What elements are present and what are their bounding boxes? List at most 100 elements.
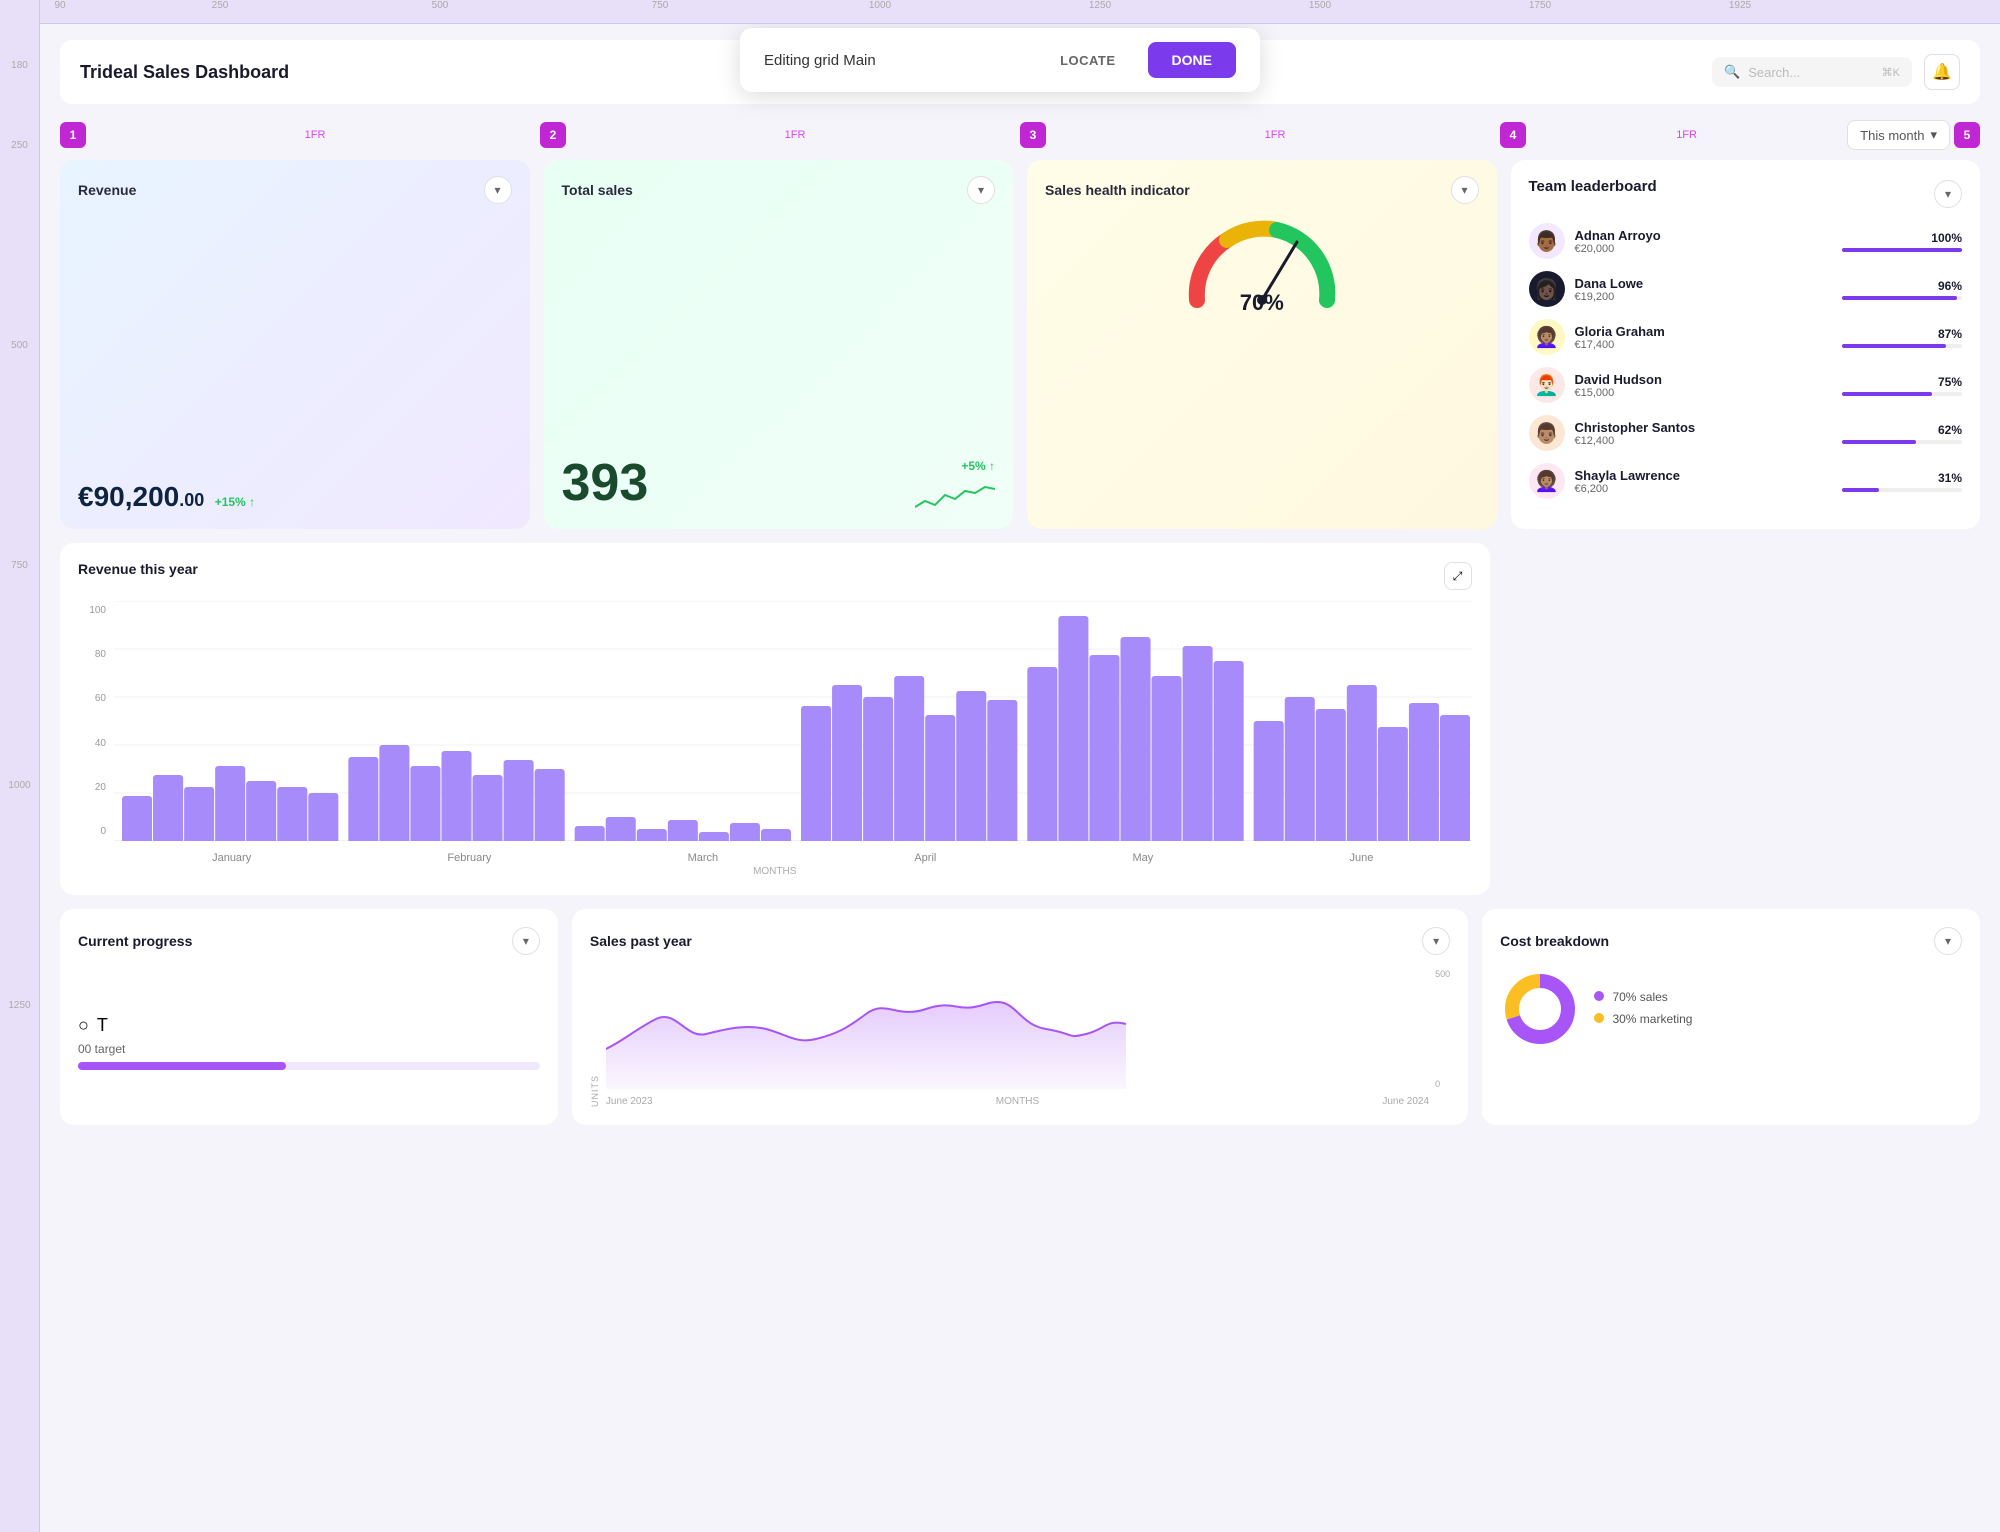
grid-badge-4: 4 <box>1500 122 1526 148</box>
sales-past-card: Sales past year ▾ UNITS <box>572 909 1468 1125</box>
sales-y-500: 500 <box>1435 969 1450 979</box>
revenue-chart-header: Revenue this year ⤢ <box>78 561 1472 591</box>
revenue-dropdown-button[interactable]: ▾ <box>484 176 512 204</box>
lb-avatar-5: 👨🏽 <box>1529 415 1565 451</box>
lb-bar-bg-4 <box>1842 392 1962 396</box>
marketing-dot <box>1594 1013 1604 1023</box>
marketing-legend-label: 30% marketing <box>1612 1012 1692 1026</box>
notification-button[interactable]: 🔔 <box>1924 54 1960 90</box>
this-month-button[interactable]: This month ▾ <box>1847 120 1950 150</box>
revenue-stat-bottom: €90,200.00 +15% ↑ <box>78 481 512 513</box>
lb-item-1: 👨🏾 Adnan Arroyo €20,000 100% <box>1529 223 1963 259</box>
sales-chart-area: June 2023 MONTHS June 2024 <box>606 969 1429 1107</box>
lb-bar-2 <box>1842 296 1957 300</box>
grid-badge-5: 5 <box>1954 122 1980 148</box>
lb-info-3: Gloria Graham €17,400 <box>1575 324 1833 351</box>
grid-label-3: 1FR <box>1050 129 1500 141</box>
x-label-may: May <box>1133 852 1154 864</box>
ruler-tick: 90 <box>54 0 65 11</box>
lb-bar-bg-5 <box>1842 440 1962 444</box>
ruler-tick-left: 750 <box>11 560 28 571</box>
lb-name-4: David Hudson <box>1575 372 1833 387</box>
bar-chart-area <box>114 601 1472 846</box>
x-label-apr: April <box>914 852 936 864</box>
chart-expand-button[interactable]: ⤢ <box>1444 562 1472 590</box>
lb-name-3: Gloria Graham <box>1575 324 1833 339</box>
lb-info-1: Adnan Arroyo €20,000 <box>1575 228 1833 255</box>
cost-header: Cost breakdown ▾ <box>1500 927 1962 955</box>
gauge-container: 70% <box>1045 220 1479 316</box>
lb-bar-3 <box>1842 344 1946 348</box>
sales-chart-container: UNITS <box>590 969 1450 1107</box>
ruler-tick-left: 500 <box>11 340 28 351</box>
lb-avatar-2: 👩🏿 <box>1529 271 1565 307</box>
progress-dropdown-button[interactable]: ▾ <box>512 927 540 955</box>
revenue-card-title: Revenue <box>78 182 136 198</box>
x-label-mar: March <box>688 852 719 864</box>
lb-avatar-3: 👩🏽‍🦱 <box>1529 319 1565 355</box>
sales-x-end: June 2024 <box>1382 1096 1429 1107</box>
donut-legend: 70% sales 30% marketing <box>1594 987 1692 1030</box>
x-axis-labels: January February March April May June <box>78 852 1472 864</box>
text-icon: T <box>97 1015 108 1036</box>
lb-bar-1 <box>1842 248 1962 252</box>
lb-item-5: 👨🏽 Christopher Santos €12,400 62% <box>1529 415 1963 451</box>
ruler-tick-left: 250 <box>11 140 28 151</box>
y-tick: 0 <box>100 826 106 837</box>
grid-col-1: 1 1FR <box>60 122 540 148</box>
ruler-tick: 500 <box>432 0 449 11</box>
ruler-tick: 1000 <box>869 0 891 11</box>
lb-right-6: 31% <box>1842 471 1962 492</box>
gauge-value: 70% <box>1240 290 1284 316</box>
leaderboard-dropdown-button[interactable]: ▾ <box>1934 180 1962 208</box>
y-tick: 40 <box>95 738 106 749</box>
bar-chart-container: 100 80 60 40 20 0 <box>78 601 1472 846</box>
sales-x-labels: June 2023 MONTHS June 2024 <box>606 1096 1429 1107</box>
revenue-value-area: €90,200.00 +15% ↑ <box>78 481 255 513</box>
grid-label-2: 1FR <box>570 129 1020 141</box>
lb-right-3: 87% <box>1842 327 1962 348</box>
lb-avatar-1: 👨🏾 <box>1529 223 1565 259</box>
sales-y-label: UNITS <box>590 969 600 1107</box>
done-button[interactable]: DONE <box>1148 42 1236 78</box>
lb-amount-3: €17,400 <box>1575 339 1833 351</box>
sales-x-start: June 2023 <box>606 1096 653 1107</box>
grid-col-4: 4 1FR This month ▾ 5 <box>1500 120 1980 150</box>
lb-pct-1: 100% <box>1842 231 1962 245</box>
progress-card: Current progress ▾ ○ T 00 target <box>60 909 558 1125</box>
progress-bar-bg <box>78 1062 540 1070</box>
sales-x-label-months: MONTHS <box>996 1096 1039 1107</box>
legend-marketing: 30% marketing <box>1594 1009 1692 1031</box>
cost-title: Cost breakdown <box>1500 933 1609 949</box>
lb-item-3: 👩🏽‍🦱 Gloria Graham €17,400 87% <box>1529 319 1963 355</box>
ruler-tick: 1250 <box>1089 0 1111 11</box>
progress-bar <box>78 1062 286 1070</box>
lb-bar-bg-1 <box>1842 248 1962 252</box>
lb-bar-bg-3 <box>1842 344 1962 348</box>
total-sales-title: Total sales <box>562 182 633 198</box>
lb-info-6: Shayla Lawrence €6,200 <box>1575 468 1833 495</box>
lb-amount-2: €19,200 <box>1575 291 1833 303</box>
ruler-tick-left: 1000 <box>8 780 30 791</box>
total-sales-bottom: 393 +5% ↑ <box>562 453 996 513</box>
locate-button[interactable]: LOCATE <box>1060 53 1115 68</box>
progress-icons: ○ T <box>78 1015 540 1036</box>
y-tick: 100 <box>89 605 106 616</box>
ruler-tick-left: 1250 <box>8 1000 30 1011</box>
search-box[interactable]: 🔍 Search... ⌘K <box>1712 57 1912 87</box>
revenue-value: €90,200 <box>78 481 179 512</box>
grid-label-1: 1FR <box>90 129 540 141</box>
lb-item-6: 👩🏽‍🦱 Shayla Lawrence €6,200 31% <box>1529 463 1963 499</box>
sales-y-0: 0 <box>1435 1079 1450 1089</box>
lb-item-2: 👩🏿 Dana Lowe €19,200 96% <box>1529 271 1963 307</box>
health-dropdown-button[interactable]: ▾ <box>1451 176 1479 204</box>
cost-dropdown-button[interactable]: ▾ <box>1934 927 1962 955</box>
sales-past-dropdown-button[interactable]: ▾ <box>1422 927 1450 955</box>
total-sales-dropdown-button[interactable]: ▾ <box>967 176 995 204</box>
lb-pct-2: 96% <box>1842 279 1962 293</box>
search-placeholder: Search... <box>1748 65 1800 80</box>
header-right: 🔍 Search... ⌘K 🔔 <box>1712 54 1960 90</box>
lb-right-4: 75% <box>1842 375 1962 396</box>
lb-pct-5: 62% <box>1842 423 1962 437</box>
lb-info-5: Christopher Santos €12,400 <box>1575 420 1833 447</box>
